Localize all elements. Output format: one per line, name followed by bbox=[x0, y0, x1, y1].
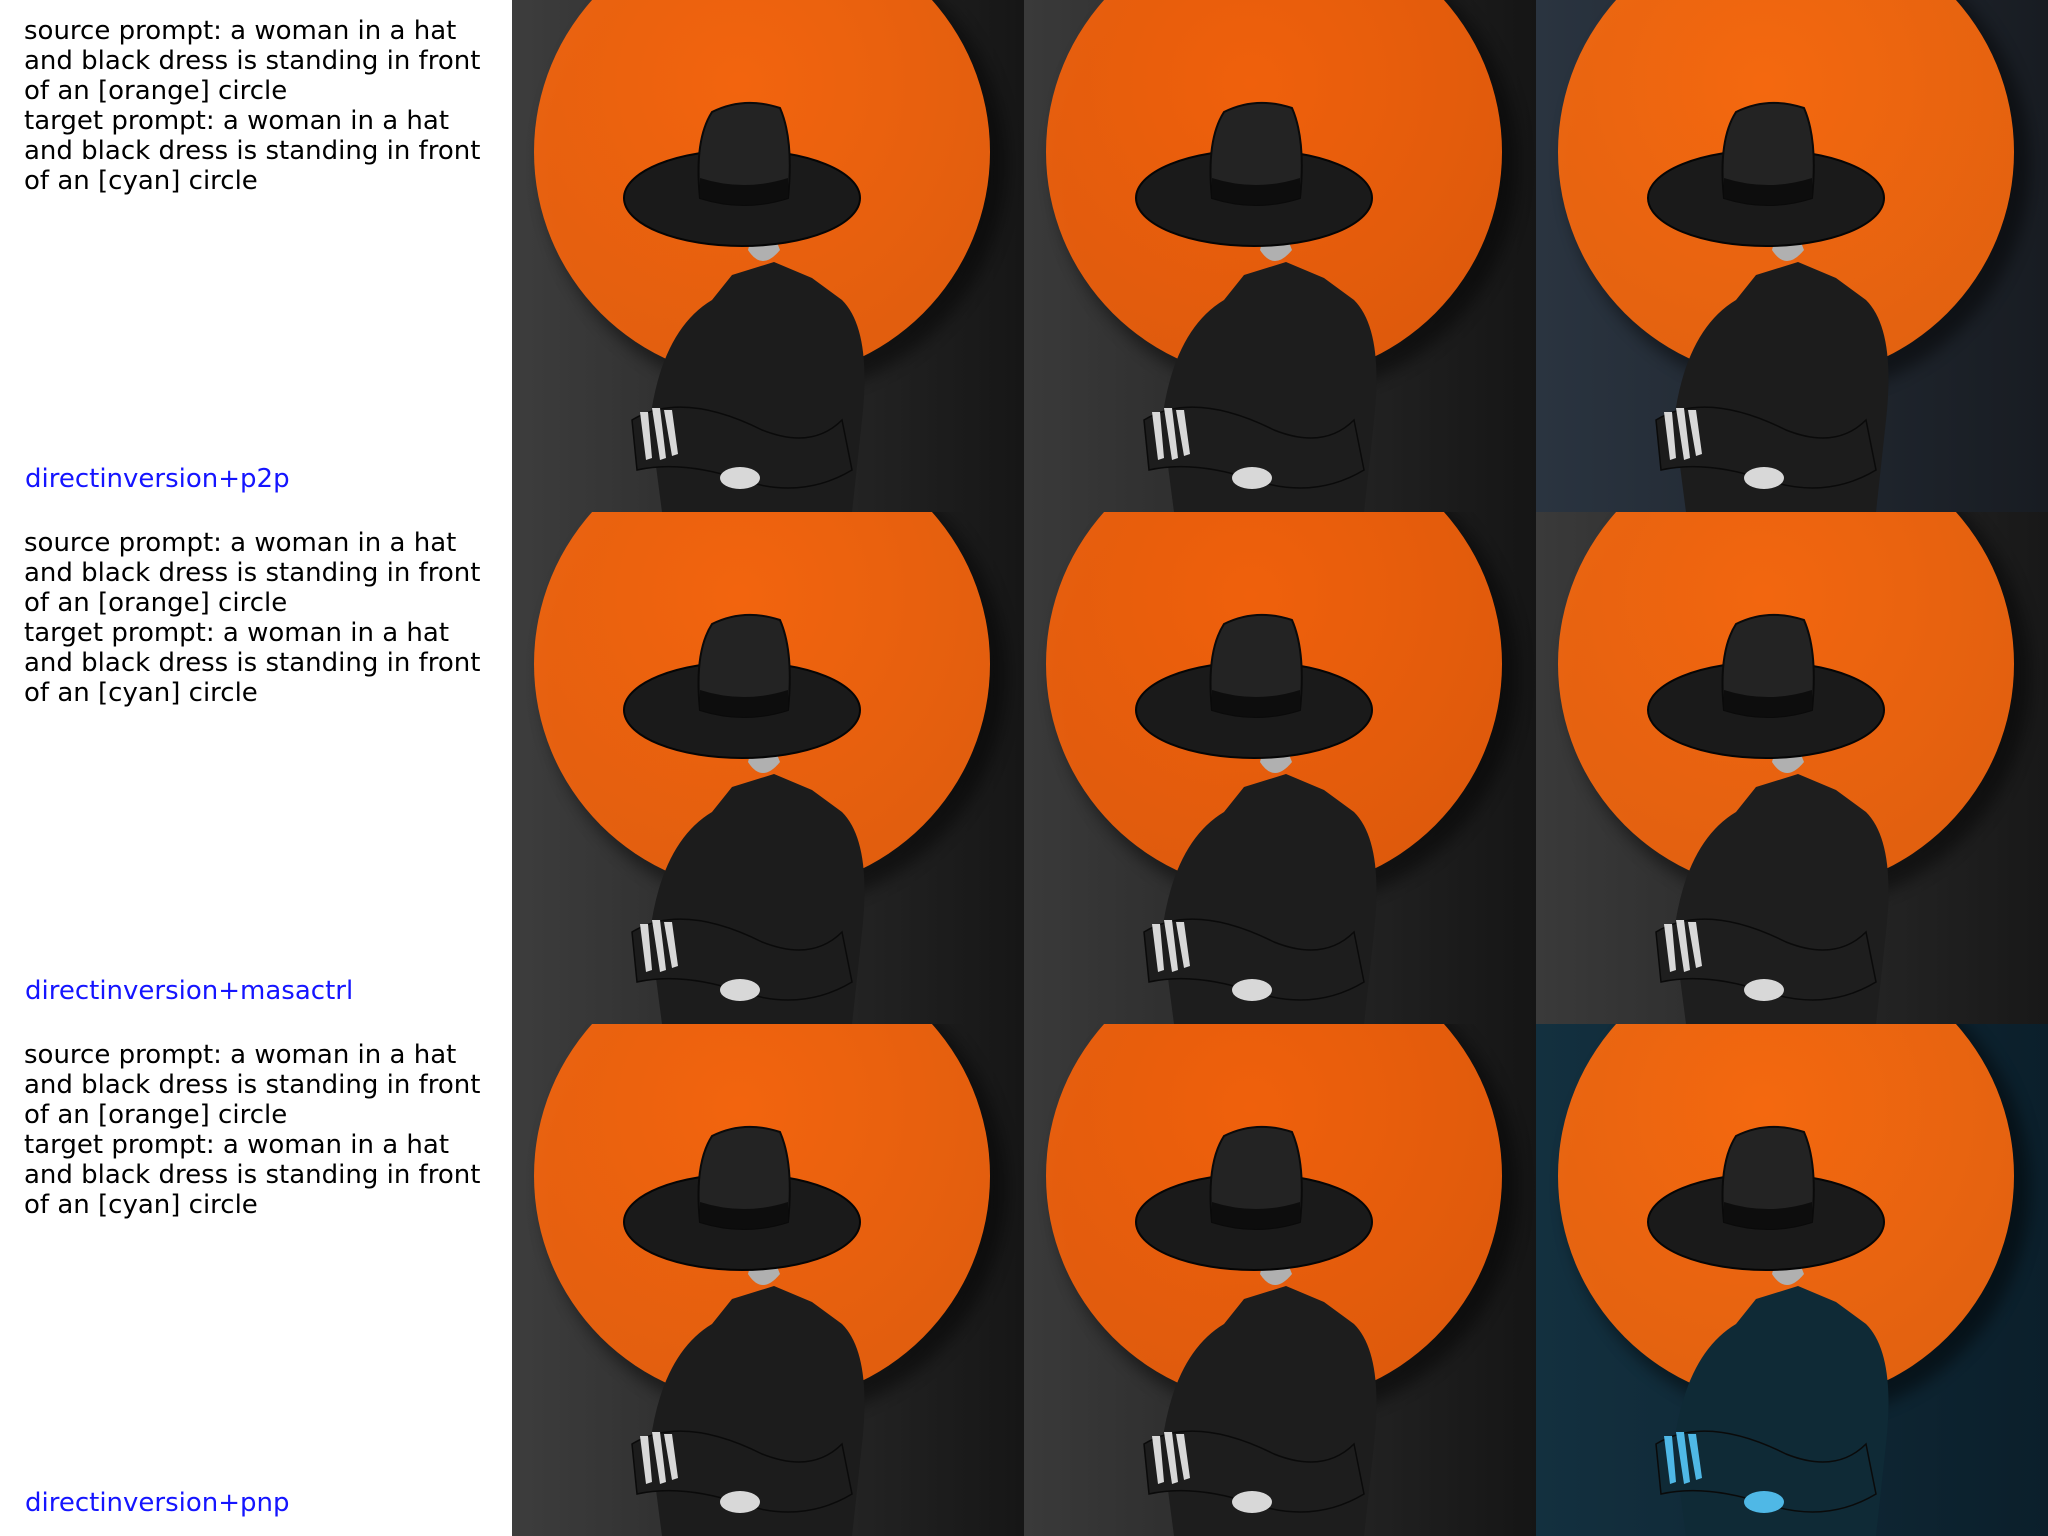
prompt-panel: source prompt: a woman in a hat and blac… bbox=[0, 0, 512, 512]
target-prompt: target prompt: a woman in a hat and blac… bbox=[24, 618, 481, 708]
result-image bbox=[1536, 1024, 2048, 1536]
result-row: source prompt: a woman in a hat and blac… bbox=[0, 1024, 2048, 1536]
right-hand bbox=[720, 1491, 760, 1513]
result-image bbox=[1536, 0, 2048, 512]
right-hand bbox=[1232, 1491, 1272, 1513]
result-row: source prompt: a woman in a hat and blac… bbox=[0, 0, 2048, 512]
left-hand bbox=[1664, 408, 1702, 460]
edited-portrait bbox=[512, 512, 1024, 1024]
result-image bbox=[1024, 512, 1536, 1024]
target-prompt: target prompt: a woman in a hat and blac… bbox=[24, 106, 481, 196]
right-hand bbox=[1744, 1491, 1784, 1513]
edited-portrait bbox=[1536, 512, 2048, 1024]
source-prompt: source prompt: a woman in a hat and blac… bbox=[24, 528, 481, 618]
source-prompt: source prompt: a woman in a hat and blac… bbox=[24, 16, 481, 106]
result-row: source prompt: a woman in a hat and blac… bbox=[0, 512, 2048, 1024]
right-hand bbox=[1744, 979, 1784, 1001]
edited-portrait bbox=[1024, 512, 1536, 1024]
left-hand bbox=[1664, 920, 1702, 972]
edited-portrait bbox=[512, 0, 1024, 512]
result-image bbox=[512, 0, 1024, 512]
left-hand bbox=[1152, 408, 1190, 460]
right-hand bbox=[1232, 467, 1272, 489]
edited-portrait bbox=[512, 1024, 1024, 1536]
prompt-text: source prompt: a woman in a hat and blac… bbox=[24, 528, 504, 708]
edited-portrait bbox=[1024, 0, 1536, 512]
left-hand bbox=[640, 1432, 678, 1484]
result-image bbox=[512, 1024, 1024, 1536]
left-hand bbox=[1152, 1432, 1190, 1484]
edited-portrait bbox=[1536, 1024, 2048, 1536]
prompt-text: source prompt: a woman in a hat and blac… bbox=[24, 16, 504, 196]
right-hand bbox=[1232, 979, 1272, 1001]
right-hand bbox=[1744, 467, 1784, 489]
left-hand bbox=[1152, 920, 1190, 972]
prompt-text: source prompt: a woman in a hat and blac… bbox=[24, 1040, 504, 1220]
result-image bbox=[1024, 0, 1536, 512]
prompt-panel: source prompt: a woman in a hat and blac… bbox=[0, 1024, 512, 1536]
method-label: directinversion+p2p bbox=[25, 464, 290, 494]
source-prompt: source prompt: a woman in a hat and blac… bbox=[24, 1040, 481, 1130]
right-hand bbox=[720, 467, 760, 489]
prompt-panel: source prompt: a woman in a hat and blac… bbox=[0, 512, 512, 1024]
right-hand bbox=[720, 979, 760, 1001]
left-hand bbox=[640, 920, 678, 972]
method-label: directinversion+masactrl bbox=[25, 976, 354, 1006]
target-prompt: target prompt: a woman in a hat and blac… bbox=[24, 1130, 481, 1220]
edited-portrait bbox=[1536, 0, 2048, 512]
result-image bbox=[1024, 1024, 1536, 1536]
result-image bbox=[1536, 512, 2048, 1024]
edited-portrait bbox=[1024, 1024, 1536, 1536]
result-image bbox=[512, 512, 1024, 1024]
left-hand bbox=[1664, 1432, 1702, 1484]
method-label: directinversion+pnp bbox=[25, 1488, 290, 1518]
left-hand bbox=[640, 408, 678, 460]
